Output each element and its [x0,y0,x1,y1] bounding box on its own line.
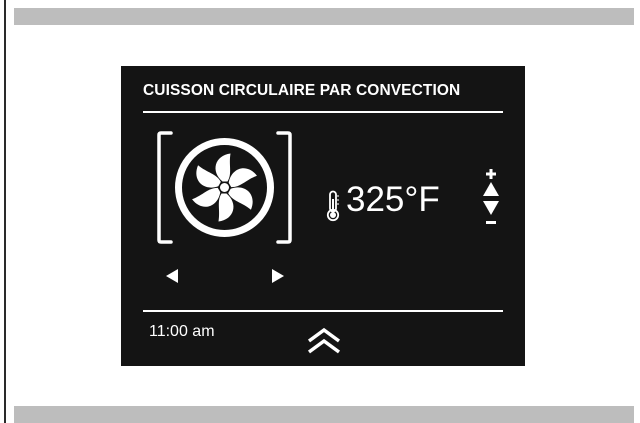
arrow-left-icon[interactable] [166,269,178,283]
frame-left-border [4,0,6,423]
chevron-double-up-icon[interactable] [306,327,342,355]
temperature-value: 325°F [346,180,440,219]
convection-fan-icon[interactable] [157,131,292,244]
clock-time: 11:00 am [149,323,215,340]
arrow-right-icon[interactable] [272,269,284,283]
temperature-stepper[interactable] [479,168,503,230]
oven-display: CUISSON CIRCULAIRE PAR CONVECTION 325°F … [121,66,525,366]
minus-down-arrow-icon[interactable] [479,199,503,230]
title-divider [143,111,503,113]
mode-title: CUISSON CIRCULAIRE PAR CONVECTION [143,82,461,99]
top-gray-bar [14,8,634,25]
footer-divider [143,310,503,312]
plus-up-arrow-icon[interactable] [479,168,503,199]
thermometer-icon [325,190,341,227]
bottom-gray-bar [14,406,634,423]
